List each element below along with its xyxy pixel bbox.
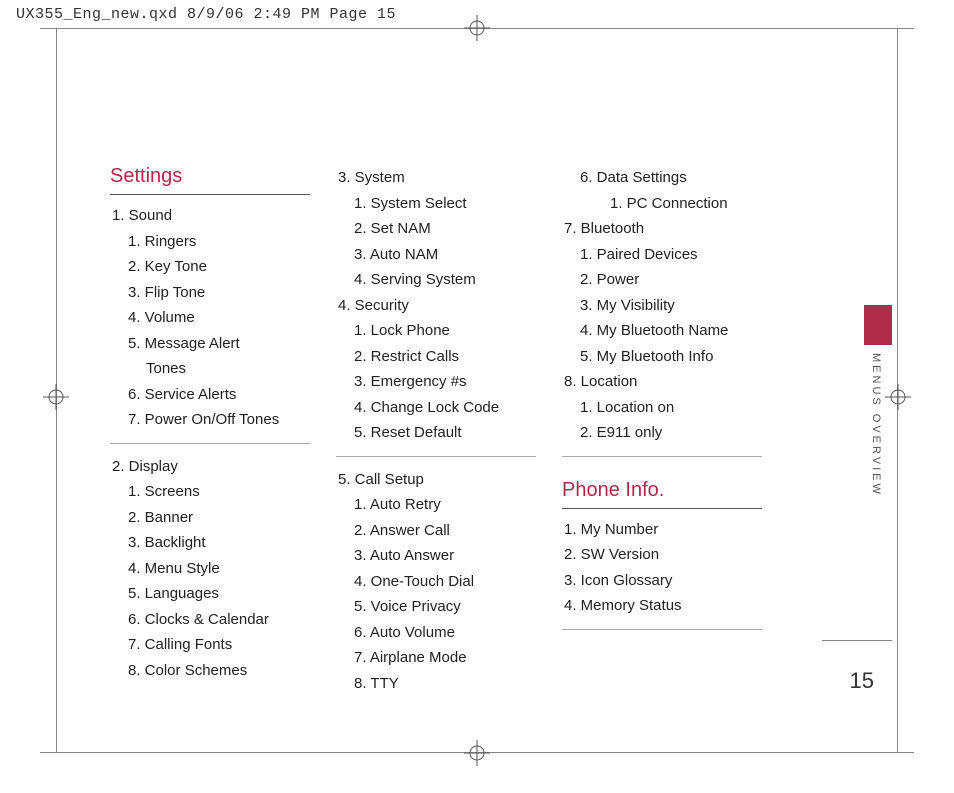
list-item: 2. E911 only [562, 420, 762, 446]
list-item: 4. One-Touch Dial [336, 569, 536, 595]
list-item: 6. Service Alerts [110, 382, 310, 408]
list-item: 2. SW Version [562, 542, 762, 568]
list-item: 3. Emergency #s [336, 369, 536, 395]
list-item: 1. Paired Devices [562, 242, 762, 268]
list-item: 4. Change Lock Code [336, 395, 536, 421]
list-item: 3. Flip Tone [110, 280, 310, 306]
phone-info-heading: Phone Info. [562, 479, 762, 502]
registration-mark-icon [43, 384, 69, 410]
registration-mark-icon [464, 15, 490, 41]
list-item: 3. Icon Glossary [562, 568, 762, 594]
side-tab-marker [864, 305, 892, 345]
column-2: 3. System 1. System Select 2. Set NAM 3.… [336, 165, 536, 696]
divider [110, 443, 310, 444]
list-item: 3. My Visibility [562, 293, 762, 319]
list-item: 4. My Bluetooth Name [562, 318, 762, 344]
list-item: 4. Volume [110, 305, 310, 331]
list-item: 7. Power On/Off Tones [110, 407, 310, 433]
list-item: 1. Sound [110, 203, 310, 229]
list-item: 5. Message Alert Tones [110, 331, 310, 382]
side-tab-label: MENUS OVERVIEW [864, 353, 882, 497]
list-item: 2. Power [562, 267, 762, 293]
page-number-rule [822, 640, 892, 641]
list-item: 3. Auto Answer [336, 543, 536, 569]
list-item: 8. Location [562, 369, 762, 395]
list-item: 3. Backlight [110, 530, 310, 556]
list-item: 1. Auto Retry [336, 492, 536, 518]
list-item: 1. Screens [110, 479, 310, 505]
list-item-text: 5. Message Alert [128, 335, 240, 352]
list-item-text: Tones [128, 356, 310, 382]
list-item: 5. Voice Privacy [336, 594, 536, 620]
list-item: 2. Display [110, 454, 310, 480]
registration-mark-icon [464, 740, 490, 766]
settings-heading: Settings [110, 165, 310, 188]
list-item: 2. Restrict Calls [336, 344, 536, 370]
list-item: 5. Call Setup [336, 467, 536, 493]
list-item: 8. TTY [336, 671, 536, 697]
list-item: 5. Reset Default [336, 420, 536, 446]
list-item: 8. Color Schemes [110, 658, 310, 684]
list-item: 2. Answer Call [336, 518, 536, 544]
side-tab: MENUS OVERVIEW [864, 305, 892, 497]
crop-header: UX355_Eng_new.qxd 8/9/06 2:49 PM Page 15 [16, 6, 396, 23]
list-item: 6. Clocks & Calendar [110, 607, 310, 633]
list-item: 4. Menu Style [110, 556, 310, 582]
page-number: 15 [850, 668, 874, 694]
column-1: Settings 1. Sound 1. Ringers 2. Key Tone… [110, 165, 310, 696]
divider [110, 194, 310, 195]
divider [562, 508, 762, 509]
list-item: 7. Bluetooth [562, 216, 762, 242]
list-item: 4. Memory Status [562, 593, 762, 619]
list-item: 7. Calling Fonts [110, 632, 310, 658]
list-item: 1. Ringers [110, 229, 310, 255]
list-item: 4. Serving System [336, 267, 536, 293]
list-item: 3. System [336, 165, 536, 191]
list-item: 2. Set NAM [336, 216, 536, 242]
list-item: 5. Languages [110, 581, 310, 607]
divider [562, 629, 762, 630]
list-item: 1. System Select [336, 191, 536, 217]
divider [336, 456, 536, 457]
list-item: 1. Location on [562, 395, 762, 421]
list-item: 1. My Number [562, 517, 762, 543]
column-3: 6. Data Settings 1. PC Connection 7. Blu… [562, 165, 762, 696]
list-item: 1. Lock Phone [336, 318, 536, 344]
list-item: 4. Security [336, 293, 536, 319]
list-item: 3. Auto NAM [336, 242, 536, 268]
list-item: 1. PC Connection [562, 191, 762, 217]
list-item: 6. Auto Volume [336, 620, 536, 646]
list-item: 6. Data Settings [562, 165, 762, 191]
list-item: 2. Banner [110, 505, 310, 531]
list-item: 5. My Bluetooth Info [562, 344, 762, 370]
list-item: 7. Airplane Mode [336, 645, 536, 671]
list-item: 2. Key Tone [110, 254, 310, 280]
divider [562, 456, 762, 457]
page-content: Settings 1. Sound 1. Ringers 2. Key Tone… [110, 165, 844, 693]
